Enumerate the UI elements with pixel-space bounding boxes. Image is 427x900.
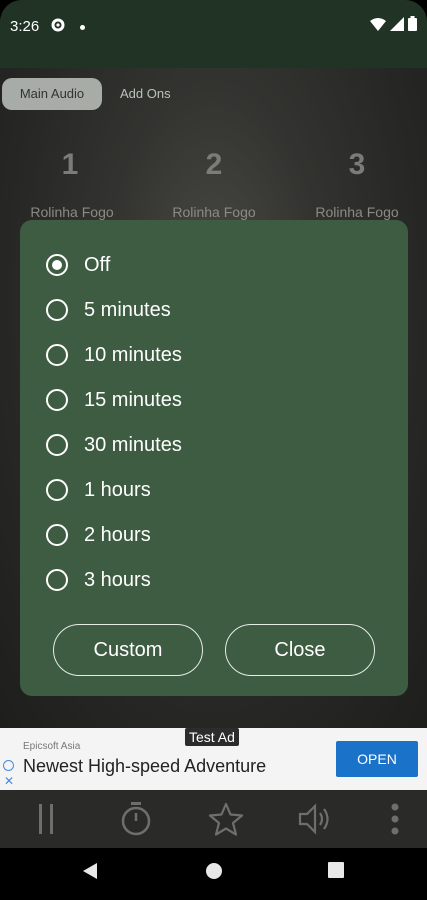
close-button[interactable]: Close [225,624,375,676]
volume-icon[interactable] [294,800,338,838]
option-label: 5 minutes [84,298,171,321]
notification-dot [80,25,85,30]
option-label: 30 minutes [84,433,182,456]
slot-number-3[interactable]: 3 [327,148,387,182]
radio-button[interactable] [46,434,68,456]
radio-button[interactable] [46,254,68,276]
ad-info-icon[interactable] [3,760,14,771]
slot-number-2[interactable]: 2 [184,148,244,182]
option-label: 10 minutes [84,343,182,366]
back-icon[interactable] [82,862,98,885]
ad-tag: Test Ad [185,728,239,746]
radio-button[interactable] [46,524,68,546]
timer-option-10-minutes[interactable]: 10 minutes [46,340,182,370]
timer-option-15-minutes[interactable]: 15 minutes [46,385,182,415]
more-vert-icon[interactable] [373,800,417,838]
tab-add-ons[interactable]: Add Ons [104,78,187,110]
slot-label-3: Rolinha Fogo [315,204,399,220]
ad-banner[interactable]: Test Ad ✕ Epicsoft Asia Newest High-spee… [0,728,427,790]
status-bar: 3:26 [0,0,427,68]
slot-label-1: Rolinha Fogo [30,204,114,220]
ad-close-icon[interactable]: ✕ [4,774,14,788]
timer-option-5-minutes[interactable]: 5 minutes [46,295,171,325]
gear-icon [50,17,66,38]
star-icon[interactable] [204,800,248,838]
radio-button[interactable] [46,299,68,321]
timer-option-2-hours[interactable]: 2 hours [46,520,151,550]
ad-headline[interactable]: Newest High-speed Adventure [23,756,266,777]
slot-number-1[interactable]: 1 [40,148,100,182]
option-label: 15 minutes [84,388,182,411]
player-toolbar [0,790,427,848]
ad-advertiser: Epicsoft Asia [23,741,81,752]
radio-button[interactable] [46,344,68,366]
pause-icon[interactable] [24,800,68,838]
tab-main-audio[interactable]: Main Audio [2,78,102,110]
wifi-icon [370,17,386,36]
timer-option-1-hours[interactable]: 1 hours [46,475,151,505]
home-icon[interactable] [205,862,223,885]
radio-button[interactable] [46,569,68,591]
ad-open-button[interactable]: OPEN [336,741,418,777]
status-icons [370,16,417,36]
slot-label-2: Rolinha Fogo [172,204,256,220]
status-time: 3:26 [10,18,40,35]
sleep-timer-dialog: Off 5 minutes 10 minutes 15 minutes 30 m… [20,220,408,696]
option-label: 2 hours [84,523,151,546]
option-label: 3 hours [84,568,151,591]
option-label: Off [84,253,111,276]
system-nav-bar [0,848,427,900]
custom-button[interactable]: Custom [53,624,203,676]
timer-option-30-minutes[interactable]: 30 minutes [46,430,182,460]
signal-icon [390,16,404,36]
app-screen: 3:26 Main Audio Add Ons 1 2 3 Rolinha Fo… [0,0,427,900]
recents-icon[interactable] [328,862,344,883]
timer-option-3-hours[interactable]: 3 hours [46,565,151,595]
radio-button[interactable] [46,479,68,501]
option-label: 1 hours [84,478,151,501]
radio-button[interactable] [46,389,68,411]
timer-icon[interactable] [114,800,158,838]
battery-icon [408,16,417,36]
timer-option-off[interactable]: Off [46,250,110,280]
